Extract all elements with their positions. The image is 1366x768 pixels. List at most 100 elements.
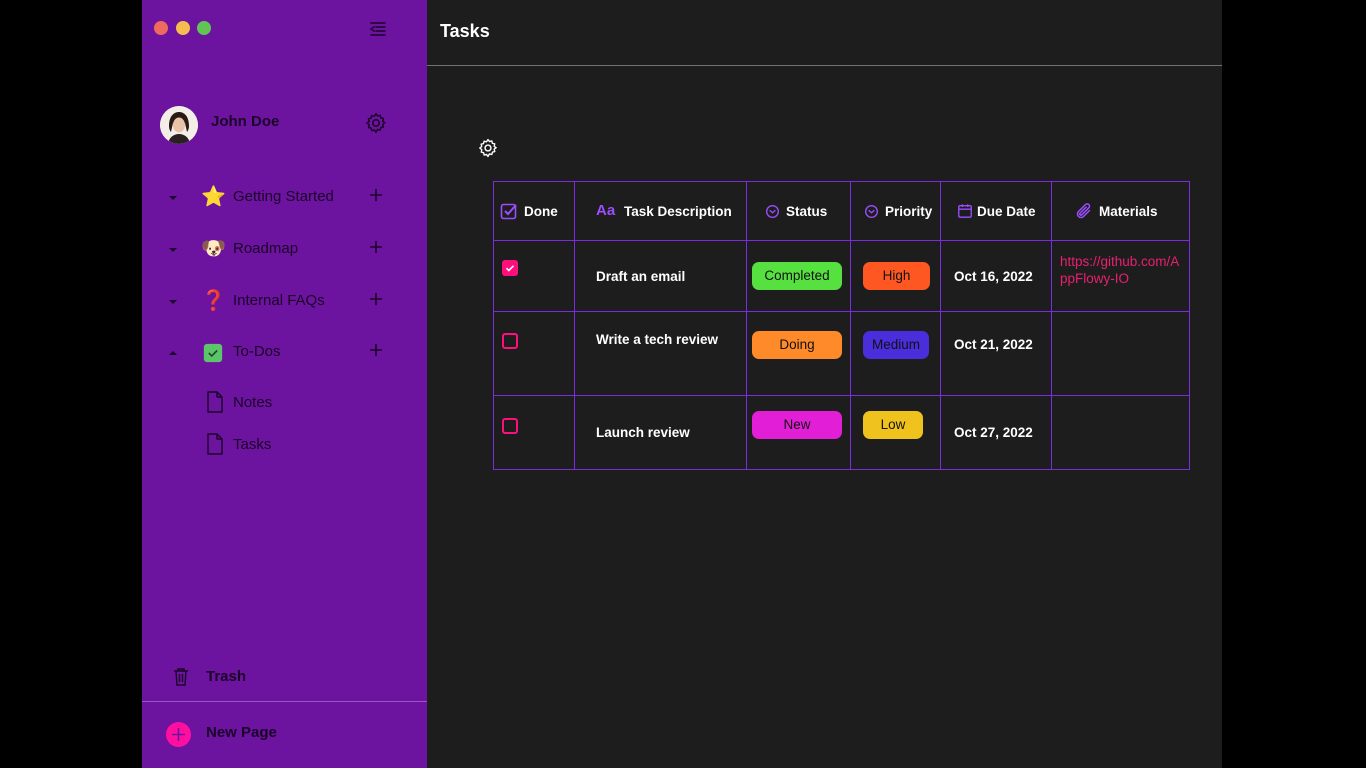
sidebar-subitem-tasks[interactable]: Tasks (204, 433, 404, 459)
unchecked-checkbox[interactable] (502, 418, 518, 434)
column-header-label: Status (786, 203, 828, 219)
avatar[interactable] (160, 106, 198, 144)
caret-up-icon[interactable] (166, 346, 180, 360)
done-cell[interactable] (493, 311, 575, 396)
task-text: Write a tech review (596, 332, 719, 347)
priority-cell[interactable]: Medium (850, 311, 941, 396)
column-header-label: Task Description (624, 203, 732, 219)
materials-cell[interactable]: https://github.com/AppFlowy-IO (1051, 240, 1190, 312)
column-header-task-description[interactable]: Aa Task Description (574, 181, 747, 241)
sidebar-item-roadmap[interactable]: 🐶 Roadmap (142, 235, 427, 265)
document-icon (207, 391, 223, 413)
priority-tag[interactable]: High (863, 262, 930, 290)
column-header-label: Due Date (977, 203, 1036, 219)
trash-label: Trash (206, 668, 247, 685)
column-header-label: Done (524, 203, 558, 219)
sidebar-subitem-label: Tasks (233, 436, 272, 453)
settings-gear-icon[interactable] (364, 111, 388, 135)
priority-tag[interactable]: Low (863, 411, 923, 439)
add-subpage-plus-icon[interactable] (368, 239, 384, 255)
table-row[interactable]: Launch review New Low Oct 27, 2022 (493, 395, 1190, 470)
unchecked-checkbox[interactable] (502, 333, 518, 349)
done-cell[interactable] (493, 240, 575, 312)
status-tag[interactable]: Doing (752, 331, 842, 359)
sidebar-item-label: Internal FAQs (233, 292, 325, 309)
sidebar-subitem-notes[interactable]: Notes (204, 391, 404, 417)
priority-cell[interactable]: Low (850, 395, 941, 470)
done-cell[interactable] (493, 395, 575, 470)
grid-settings-gear-icon[interactable] (477, 137, 499, 159)
column-header-done[interactable]: Done (493, 181, 575, 241)
due-date-text: Oct 16, 2022 (954, 268, 1033, 284)
table-row[interactable]: Write a tech review Doing Medium Oct 21,… (493, 311, 1190, 396)
materials-cell[interactable] (1051, 311, 1190, 396)
status-cell[interactable]: Completed (746, 240, 851, 312)
page-title: Tasks (440, 21, 490, 41)
calendar-icon (958, 204, 972, 218)
sidebar-item-to-dos[interactable]: To-Dos (142, 338, 427, 368)
grid-header-row: Done Aa Task Description Status Priority… (493, 181, 1190, 241)
sidebar-item-label: Getting Started (233, 188, 334, 205)
close-window-button[interactable] (154, 21, 168, 35)
minimize-window-button[interactable] (176, 21, 190, 35)
status-cell[interactable]: New (746, 395, 851, 470)
user-name: John Doe (211, 113, 280, 130)
caret-down-icon[interactable] (166, 191, 180, 205)
sidebar-item-internal-faqs[interactable]: ❓ Internal FAQs (142, 287, 427, 317)
materials-cell[interactable] (1051, 395, 1190, 470)
trash-icon (174, 668, 188, 686)
task-text: Launch review (596, 425, 690, 440)
app-window: John Doe ⭐ Getting Started 🐶 Roadmap ❓ I… (142, 0, 1222, 768)
sidebar-item-getting-started[interactable]: ⭐ Getting Started (142, 183, 427, 213)
task-grid: Done Aa Task Description Status Priority… (493, 181, 1190, 470)
new-page-button[interactable]: New Page (166, 721, 366, 749)
maximize-window-button[interactable] (197, 21, 211, 35)
status-tag[interactable]: Completed (752, 262, 842, 290)
star-icon: ⭐ (201, 186, 226, 208)
collapse-sidebar-icon[interactable] (368, 19, 388, 39)
priority-tag[interactable]: Medium (863, 331, 929, 359)
document-icon (207, 433, 223, 455)
add-subpage-plus-icon[interactable] (368, 342, 384, 358)
task-text: Draft an email (596, 268, 686, 284)
due-date-text: Oct 27, 2022 (954, 425, 1033, 440)
header-divider (427, 65, 1222, 66)
sidebar: John Doe ⭐ Getting Started 🐶 Roadmap ❓ I… (142, 0, 427, 768)
checked-checkbox[interactable] (502, 260, 518, 276)
status-cell[interactable]: Doing (746, 311, 851, 396)
column-header-due-date[interactable]: Due Date (940, 181, 1052, 241)
column-header-priority[interactable]: Priority (850, 181, 941, 241)
priority-cell[interactable]: High (850, 240, 941, 312)
add-subpage-plus-icon[interactable] (368, 187, 384, 203)
main-content: Tasks Done Aa Task Description Status Pr… (427, 0, 1222, 768)
add-subpage-plus-icon[interactable] (368, 291, 384, 307)
new-page-label: New Page (206, 724, 277, 741)
status-tag[interactable]: New (752, 411, 842, 439)
column-header-status[interactable]: Status (746, 181, 851, 241)
checkbox-icon (500, 203, 517, 220)
column-header-label: Materials (1099, 203, 1158, 219)
task-cell[interactable]: Launch review (574, 395, 747, 470)
sidebar-item-label: Roadmap (233, 240, 299, 257)
column-header-label: Priority (885, 203, 933, 219)
question-icon: ❓ (201, 290, 226, 312)
trash-button[interactable]: Trash (170, 665, 370, 691)
table-row[interactable]: Draft an email Completed High Oct 16, 20… (493, 240, 1190, 312)
sidebar-item-label: To-Dos (233, 343, 281, 360)
due-date-cell[interactable]: Oct 16, 2022 (940, 240, 1052, 312)
materials-link[interactable]: https://github.com/AppFlowy-IO (1052, 253, 1186, 287)
due-date-cell[interactable]: Oct 27, 2022 (940, 395, 1052, 470)
task-cell[interactable]: Write a tech review (574, 311, 747, 396)
paperclip-icon (1076, 203, 1091, 219)
task-cell[interactable]: Draft an email (574, 240, 747, 312)
caret-down-icon[interactable] (166, 295, 180, 309)
checkbox-icon (203, 343, 223, 363)
caret-down-icon[interactable] (166, 243, 180, 257)
text-icon: Aa (596, 202, 616, 219)
column-header-materials[interactable]: Materials (1051, 181, 1190, 241)
plus-circle-icon (166, 722, 191, 747)
due-date-cell[interactable]: Oct 21, 2022 (940, 311, 1052, 396)
select-icon (766, 204, 779, 218)
dog-icon: 🐶 (201, 238, 226, 260)
sidebar-subitem-label: Notes (233, 394, 273, 411)
